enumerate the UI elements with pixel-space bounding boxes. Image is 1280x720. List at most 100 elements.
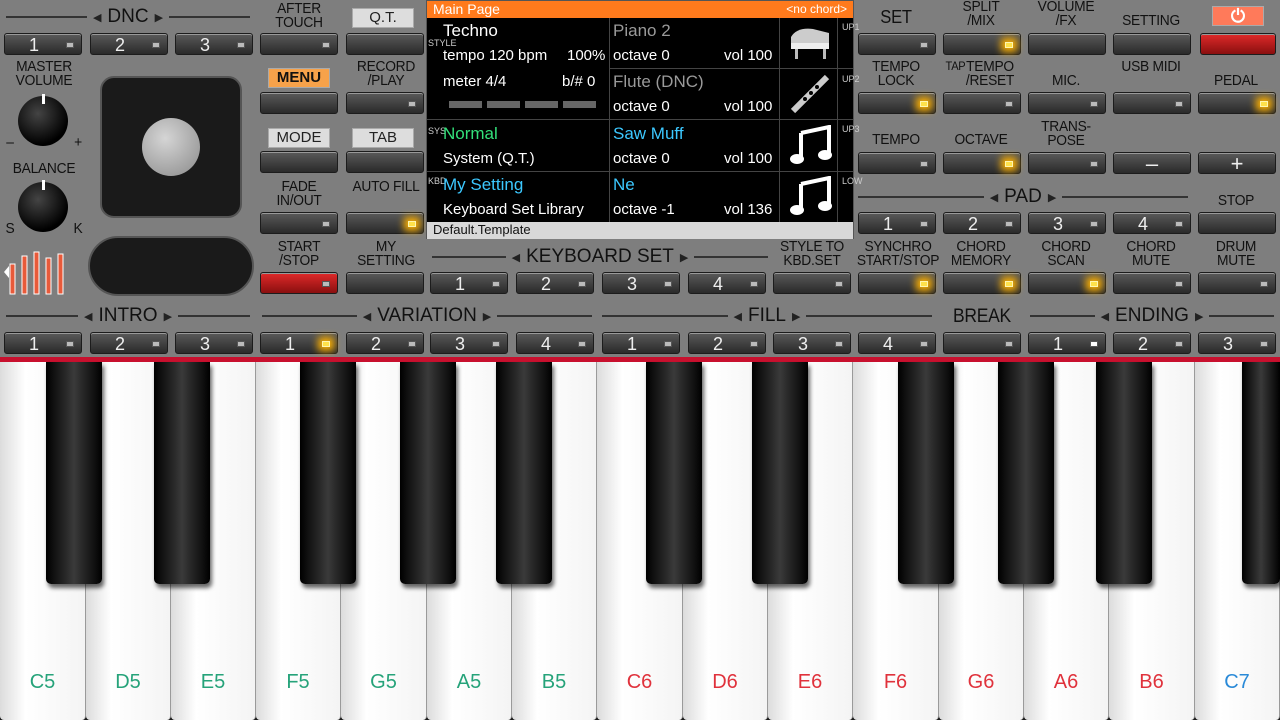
fill-3-button[interactable]: 3 (773, 332, 851, 354)
tempo-lock-button[interactable] (858, 92, 936, 114)
style-name[interactable]: Techno (443, 22, 498, 40)
style-to-kbd-button[interactable] (773, 272, 851, 294)
mode-button[interactable] (260, 151, 338, 173)
upper3-name[interactable]: Saw Muff (613, 125, 684, 143)
black-key-ds6[interactable] (752, 362, 808, 584)
black-key-gs5[interactable] (400, 362, 456, 584)
menu-button[interactable] (260, 92, 338, 114)
balance-knob[interactable] (18, 180, 68, 232)
dnc-3-button[interactable]: 3 (175, 33, 253, 55)
black-key-as5[interactable] (496, 362, 552, 584)
lower-name[interactable]: Ne (613, 176, 635, 194)
joystick-pad[interactable] (100, 76, 242, 218)
minus-button[interactable]: – (1113, 152, 1191, 175)
transpose-label: TRANS- POSE (1041, 118, 1091, 149)
main-display[interactable]: Main Page <no chord> STYLE Techno tempo 1… (426, 0, 863, 239)
transpose-button[interactable] (1028, 152, 1106, 174)
fill-4-button[interactable]: 4 (858, 332, 936, 354)
after-touch-button[interactable] (260, 33, 338, 55)
pad-1-button[interactable]: 1 (858, 212, 936, 234)
intro-3-button[interactable]: 3 (175, 332, 253, 354)
variation-4-button[interactable]: 4 (516, 332, 594, 354)
side-up1-label: UP1 (842, 22, 860, 32)
chord-memory-button[interactable] (943, 272, 1021, 294)
qt-button[interactable] (346, 33, 424, 55)
kbd-set-1-button[interactable]: 1 (430, 272, 508, 294)
template-name[interactable]: Default.Template (427, 222, 853, 239)
note-label: D6 (712, 671, 738, 693)
mic-button[interactable] (1028, 92, 1106, 114)
system-sub: System (Q.T.) (443, 150, 535, 167)
pad-2-button[interactable]: 2 (943, 212, 1021, 234)
record-play-button[interactable] (346, 92, 424, 114)
keyboard-set-name[interactable]: My Setting (443, 176, 523, 194)
pad-stop-button[interactable] (1198, 212, 1276, 234)
black-key-gs6[interactable] (998, 362, 1054, 584)
ending-3-button[interactable]: 3 (1198, 332, 1276, 354)
balance-s-label: S (5, 220, 15, 237)
kbd-set-3-button[interactable]: 3 (602, 272, 680, 294)
auto-fill-button[interactable] (346, 212, 424, 234)
black-key-fs6[interactable] (898, 362, 954, 584)
system-name[interactable]: Normal (443, 125, 498, 143)
variation-2-button[interactable]: 2 (346, 332, 424, 354)
dnc-title: DNC (107, 6, 149, 27)
chord-scan-button[interactable] (1028, 272, 1106, 294)
tab-button[interactable] (346, 151, 424, 173)
variation-1-button[interactable]: 1 (260, 332, 338, 354)
intro-1-button[interactable]: 1 (4, 332, 82, 354)
style-key: b/# 0 (562, 73, 596, 90)
black-key-cs5[interactable] (46, 362, 102, 584)
black-key-as6[interactable] (1096, 362, 1152, 584)
fill-2-button[interactable]: 2 (688, 332, 766, 354)
octave-button[interactable] (943, 152, 1021, 174)
tap-tempo-button[interactable] (943, 92, 1021, 114)
style-tempo: tempo 120 bpm (443, 47, 548, 64)
music-note-icon-2 (790, 176, 832, 215)
volume-fx-button[interactable] (1028, 33, 1106, 55)
set-button[interactable] (858, 33, 936, 55)
dnc-1-button[interactable]: 1 (4, 33, 82, 55)
black-key-fs5[interactable] (300, 362, 356, 584)
black-key-cs6[interactable] (646, 362, 702, 584)
kbd-set-2-button[interactable]: 2 (516, 272, 594, 294)
dnc-2-button[interactable]: 2 (90, 33, 168, 55)
drum-mute-button[interactable] (1198, 272, 1276, 294)
pad-4-button[interactable]: 4 (1113, 212, 1191, 234)
tempo-button[interactable] (858, 152, 936, 174)
note-label: F5 (286, 671, 310, 693)
pad-3-button[interactable]: 3 (1028, 212, 1106, 234)
ending-1-button[interactable]: 1 (1028, 332, 1106, 354)
black-key-ds5[interactable] (154, 362, 210, 584)
style-to-kbd-label: STYLE TO KBD.SET (779, 238, 844, 269)
piano-keyboard[interactable]: C5 D5 E5 F5 G5 A5 B5 C6 D6 E6 F6 G6 A6 B… (0, 362, 1280, 720)
upper3-volume: vol 100 (724, 150, 773, 167)
split-mix-button[interactable] (943, 33, 1021, 55)
pedal-label: PEDAL (1214, 72, 1258, 89)
intro-2-button[interactable]: 2 (90, 332, 168, 354)
break-button[interactable] (943, 332, 1021, 354)
kbd-set-4-button[interactable]: 4 (688, 272, 766, 294)
fill-1-button[interactable]: 1 (602, 332, 680, 354)
pedal-button[interactable] (1198, 92, 1276, 114)
power-button[interactable] (1200, 33, 1276, 55)
style-tempo-percent: 100% (567, 47, 606, 64)
black-key-cs7[interactable] (1242, 362, 1280, 584)
synchro-button[interactable] (858, 272, 936, 294)
sliders-icon[interactable] (4, 250, 76, 296)
master-volume-knob[interactable] (18, 94, 68, 146)
usb-midi-button[interactable] (1113, 92, 1191, 114)
plus-button[interactable]: + (1198, 152, 1276, 175)
my-setting-button[interactable] (346, 272, 424, 294)
start-stop-button[interactable] (260, 272, 338, 294)
variation-3-button[interactable]: 3 (430, 332, 508, 354)
auto-fill-label: AUTO FILL (352, 178, 420, 195)
joystick-ball[interactable] (142, 118, 200, 176)
ending-2-button[interactable]: 2 (1113, 332, 1191, 354)
upper2-name[interactable]: Flute (DNC) (613, 73, 704, 91)
upper1-name[interactable]: Piano 2 (613, 22, 671, 40)
fade-button[interactable] (260, 212, 338, 234)
chord-mute-button[interactable] (1113, 272, 1191, 294)
ribbon-controller[interactable] (88, 236, 254, 296)
setting-button[interactable] (1113, 33, 1191, 55)
